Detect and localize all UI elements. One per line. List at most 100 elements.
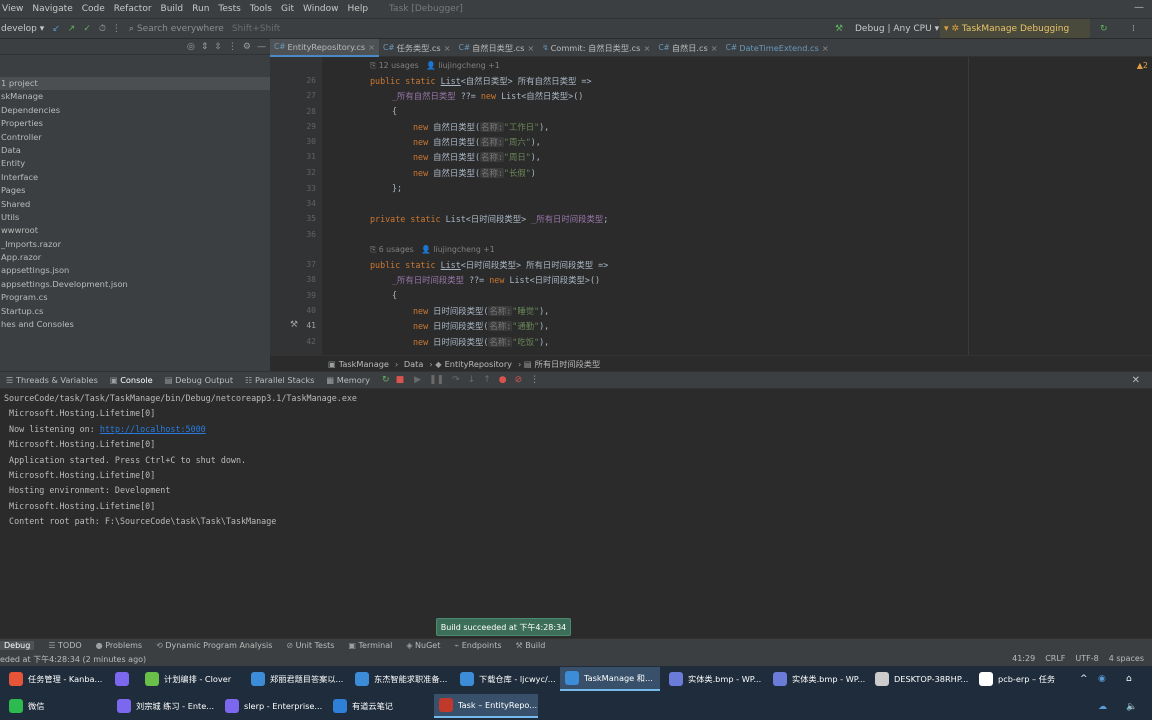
tree-item[interactable]: Shared <box>0 198 270 211</box>
tab-close-icon[interactable]: × <box>368 42 375 52</box>
tool-tab[interactable]: ● Problems <box>96 641 142 650</box>
editor-tab[interactable]: C# 任务类型.cs × <box>379 39 455 57</box>
encoding[interactable]: UTF-8 <box>1075 654 1098 663</box>
tool-tab[interactable]: Debug <box>0 641 35 650</box>
menu-item-tools[interactable]: Tools <box>250 4 272 14</box>
quick-action-hammer-icon[interactable]: ⚒ <box>290 320 298 330</box>
tree-item[interactable]: Data <box>0 144 270 157</box>
window-minimize-icon[interactable]: — <box>1134 2 1144 13</box>
tree-item[interactable]: skManage <box>0 90 270 103</box>
editor-tab[interactable]: C# 自然日.cs × <box>654 39 721 57</box>
tree-item[interactable]: appsettings.json <box>0 264 270 277</box>
tree-item[interactable]: Controller <box>0 131 270 144</box>
history-icon[interactable]: ⏱ <box>99 24 106 34</box>
editor-tab[interactable]: ↯ Commit: 自然日类型.cs × <box>538 39 654 57</box>
debug-tab[interactable]: ☰ Threads & Variables <box>6 375 98 385</box>
branch-selector[interactable]: develop ▾ <box>0 24 44 34</box>
target-icon[interactable]: ◎ <box>187 42 195 52</box>
tree-item[interactable]: Utils <box>0 211 270 224</box>
menu-item-build[interactable]: Build <box>161 4 184 14</box>
taskbar-button[interactable]: 郑丽君题目答案以... <box>246 667 348 691</box>
tab-close-icon[interactable]: × <box>711 43 718 53</box>
indent[interactable]: 4 spaces <box>1109 654 1144 663</box>
taskbar-button[interactable]: 实体类.bmp - WP... <box>768 667 868 691</box>
menu-item-refactor[interactable]: Refactor <box>114 4 152 14</box>
taskbar-button[interactable]: 下载仓库 - ljcwyc/... <box>455 667 557 691</box>
tray-cloud-icon[interactable]: ☁ <box>1098 702 1107 712</box>
tray-app-icon[interactable]: ◉ <box>1098 674 1106 684</box>
localhost-link[interactable]: http://localhost:5000 <box>100 424 206 434</box>
tool-tab[interactable]: ⌁ Endpoints <box>454 641 501 650</box>
tree-item[interactable]: Entity <box>0 157 270 170</box>
code-editor[interactable]: 26 27 28 29 30 31 32 33 34 35 36 37 38 39 40 41 42 ▲2 ⎘ … <box>270 57 1152 355</box>
debug-tab[interactable]: ▣ Console <box>110 375 153 385</box>
usage-hint[interactable]: ⎘ 6 usages 👤 liujingcheng +1 <box>370 245 495 255</box>
tab-close-icon[interactable]: × <box>444 43 451 53</box>
taskbar-button[interactable] <box>110 667 134 691</box>
tree-item[interactable]: Startup.cs <box>0 305 270 318</box>
tray-chevron-icon[interactable]: ^ <box>1080 674 1088 684</box>
tree-item[interactable]: Properties <box>0 117 270 130</box>
tab-close-icon[interactable]: × <box>643 43 650 53</box>
usage-hint[interactable]: ⎘ 12 usages 👤 liujingcheng +1 <box>370 61 500 71</box>
taskbar-button[interactable]: TaskManage 和... <box>560 667 660 691</box>
rerun-debug-icon[interactable]: ↻ <box>382 375 390 385</box>
debug-more-icon[interactable]: ⋮ <box>530 375 539 385</box>
tray-volume-icon[interactable]: 🔈 <box>1126 702 1137 712</box>
taskbar-button[interactable]: slerp - Enterprise... <box>220 694 324 718</box>
tree-item[interactable]: Interface <box>0 171 270 184</box>
breadcrumb-item[interactable]: › ◆ EntityRepository <box>429 359 512 369</box>
taskbar-button[interactable]: 刘宗城 练习 - Ente... <box>112 694 216 718</box>
tree-item[interactable]: Dependencies <box>0 104 270 117</box>
editor-tab[interactable]: C# EntityRepository.cs × <box>270 38 380 57</box>
taskbar-button[interactable]: 实体类.bmp - WP... <box>664 667 766 691</box>
tree-item[interactable]: Pages <box>0 184 270 197</box>
search-everywhere[interactable]: ⌕ Search everywhere Shift+Shift <box>129 24 280 34</box>
build-toast[interactable]: Build succeeded at 下午4:28:34 <box>436 618 571 636</box>
build-hammer-icon[interactable]: ⚒ <box>835 24 843 34</box>
update-icon[interactable]: ↙ <box>52 24 60 34</box>
debug-tab[interactable]: ▦ Memory <box>326 375 370 385</box>
cursor-position[interactable]: 41:29 <box>1012 654 1035 663</box>
taskbar-button[interactable]: 计划编排 - Clover <box>140 667 244 691</box>
tree-item[interactable]: hes and Consoles <box>0 318 270 331</box>
more-icon[interactable]: ⋮ <box>112 24 121 34</box>
commit-icon[interactable]: ✓ <box>83 24 91 34</box>
taskbar-button[interactable]: 微信 <box>4 694 108 718</box>
tool-tab[interactable]: ◈ NuGet <box>406 641 440 650</box>
step-into-icon[interactable]: ↓ <box>468 375 476 385</box>
editor-tab[interactable]: C# 自然日类型.cs × <box>455 39 539 57</box>
taskbar-button[interactable]: Task – EntityRepo... <box>434 694 538 718</box>
menu-item-window[interactable]: Window <box>303 4 339 14</box>
run-target-selector[interactable]: ▾ ✲ TaskManage Debugging <box>940 19 1090 38</box>
close-icon[interactable]: ✕ <box>1132 375 1140 386</box>
tree-item[interactable]: App.razor <box>0 251 270 264</box>
mute-breakpoints-icon[interactable]: ⊘ <box>515 375 523 385</box>
breadcrumb-item[interactable]: › ▤ 所有日时间段类型 <box>518 358 600 370</box>
collapse-all-icon[interactable]: ⇳ <box>214 42 222 52</box>
tree-item[interactable]: appsettings.Development.json <box>0 278 270 291</box>
taskbar-button[interactable]: pcb-erp – 任务 <box>974 667 1064 691</box>
debug-tab[interactable]: ▤ Debug Output <box>165 375 233 385</box>
warning-indicator[interactable]: ▲2 <box>1137 61 1148 70</box>
step-over-icon[interactable]: ↷ <box>452 375 460 385</box>
config-selector[interactable]: Debug | Any CPU ▾ <box>855 24 939 34</box>
taskbar-button[interactable]: 有道云笔记 <box>328 694 430 718</box>
menu-item-git[interactable]: Git <box>281 4 294 14</box>
menu-item-view[interactable]: View <box>2 4 23 14</box>
expand-all-icon[interactable]: ⇕ <box>201 42 209 52</box>
rerun-icon[interactable]: ↻ <box>1100 24 1108 34</box>
tray-network-icon[interactable]: ⌂ <box>1126 674 1132 684</box>
tab-close-icon[interactable]: × <box>822 43 829 53</box>
tree-item[interactable]: Program.cs <box>0 291 270 304</box>
breakpoint-icon[interactable]: ● <box>499 375 507 385</box>
editor-tab[interactable]: C# DateTimeExtend.cs × <box>722 39 833 57</box>
tree-item[interactable]: wwwroot <box>0 224 270 237</box>
step-out-icon[interactable]: ↑ <box>483 375 491 385</box>
tool-tab[interactable]: ⟲ Dynamic Program Analysis <box>156 641 272 650</box>
console-output[interactable]: SourceCode/task/Task/TaskManage/bin/Debu… <box>0 389 1152 638</box>
tree-item[interactable]: 1 project <box>0 77 270 91</box>
push-icon[interactable]: ↗ <box>68 24 76 34</box>
debug-tab[interactable]: ☷ Parallel Stacks <box>245 375 314 385</box>
tool-tab[interactable]: ⊘ Unit Tests <box>286 641 334 650</box>
